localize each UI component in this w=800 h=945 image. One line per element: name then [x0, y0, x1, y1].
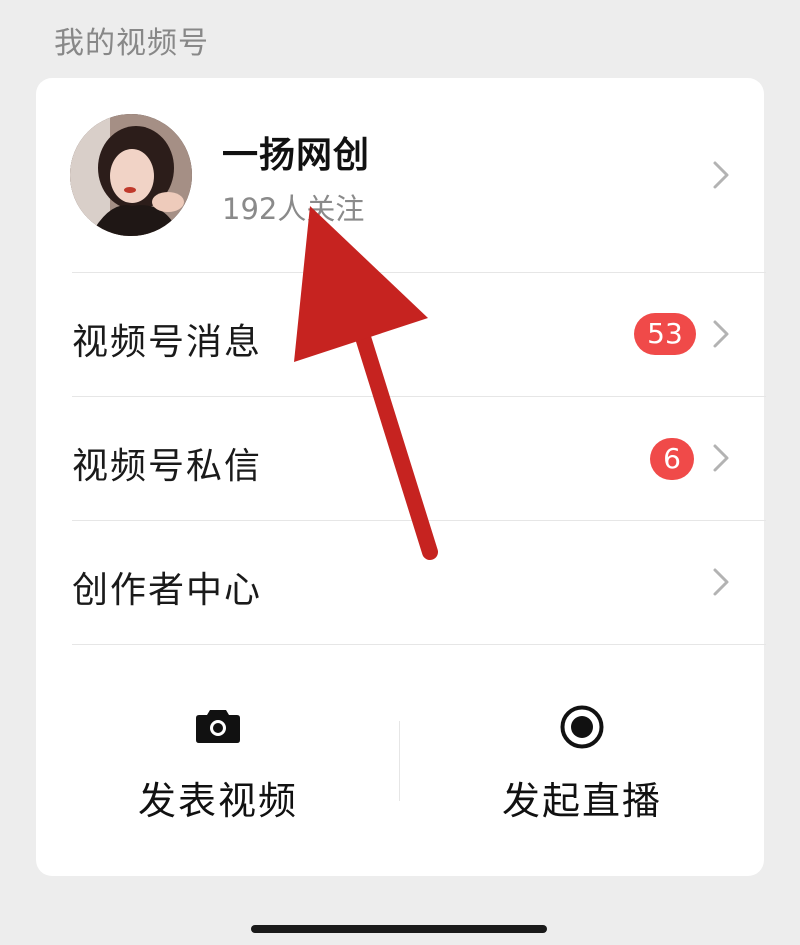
chevron-right-icon — [713, 161, 729, 189]
avatar[interactable] — [70, 114, 192, 236]
menu-item-messages[interactable]: 视频号消息 53 — [36, 273, 764, 397]
channel-card: 一扬网创 192人关注 视频号消息 53 视频号私信 6 创作者中心 发表视频 … — [36, 78, 766, 876]
start-live-label: 发起直播 — [501, 779, 662, 823]
start-live-button[interactable]: 发起直播 — [400, 644, 764, 876]
menu-item-label: 视频号私信 — [72, 446, 263, 487]
unread-badge: 53 — [634, 313, 696, 355]
profile-name: 一扬网创 — [222, 135, 371, 176]
post-video-button[interactable]: 发表视频 — [36, 644, 400, 876]
chevron-right-icon — [713, 320, 729, 348]
followers-count: 192人关注 — [222, 192, 365, 226]
menu-item-private-messages[interactable]: 视频号私信 6 — [36, 397, 764, 521]
unread-badge: 6 — [650, 438, 694, 480]
menu-item-label: 视频号消息 — [72, 322, 263, 363]
home-indicator — [251, 925, 547, 933]
camera-icon — [196, 710, 240, 743]
menu-item-creator-center[interactable]: 创作者中心 — [36, 521, 764, 645]
avatar-image — [70, 114, 192, 236]
live-record-icon — [560, 705, 604, 749]
chevron-right-icon — [713, 444, 729, 472]
section-title: 我的视频号 — [54, 26, 209, 61]
profile-row[interactable]: 一扬网创 192人关注 — [36, 78, 764, 272]
action-bar: 发表视频 发起直播 — [36, 644, 764, 876]
post-video-label: 发表视频 — [137, 779, 298, 823]
menu-item-label: 创作者中心 — [72, 570, 263, 611]
chevron-right-icon — [713, 568, 729, 596]
